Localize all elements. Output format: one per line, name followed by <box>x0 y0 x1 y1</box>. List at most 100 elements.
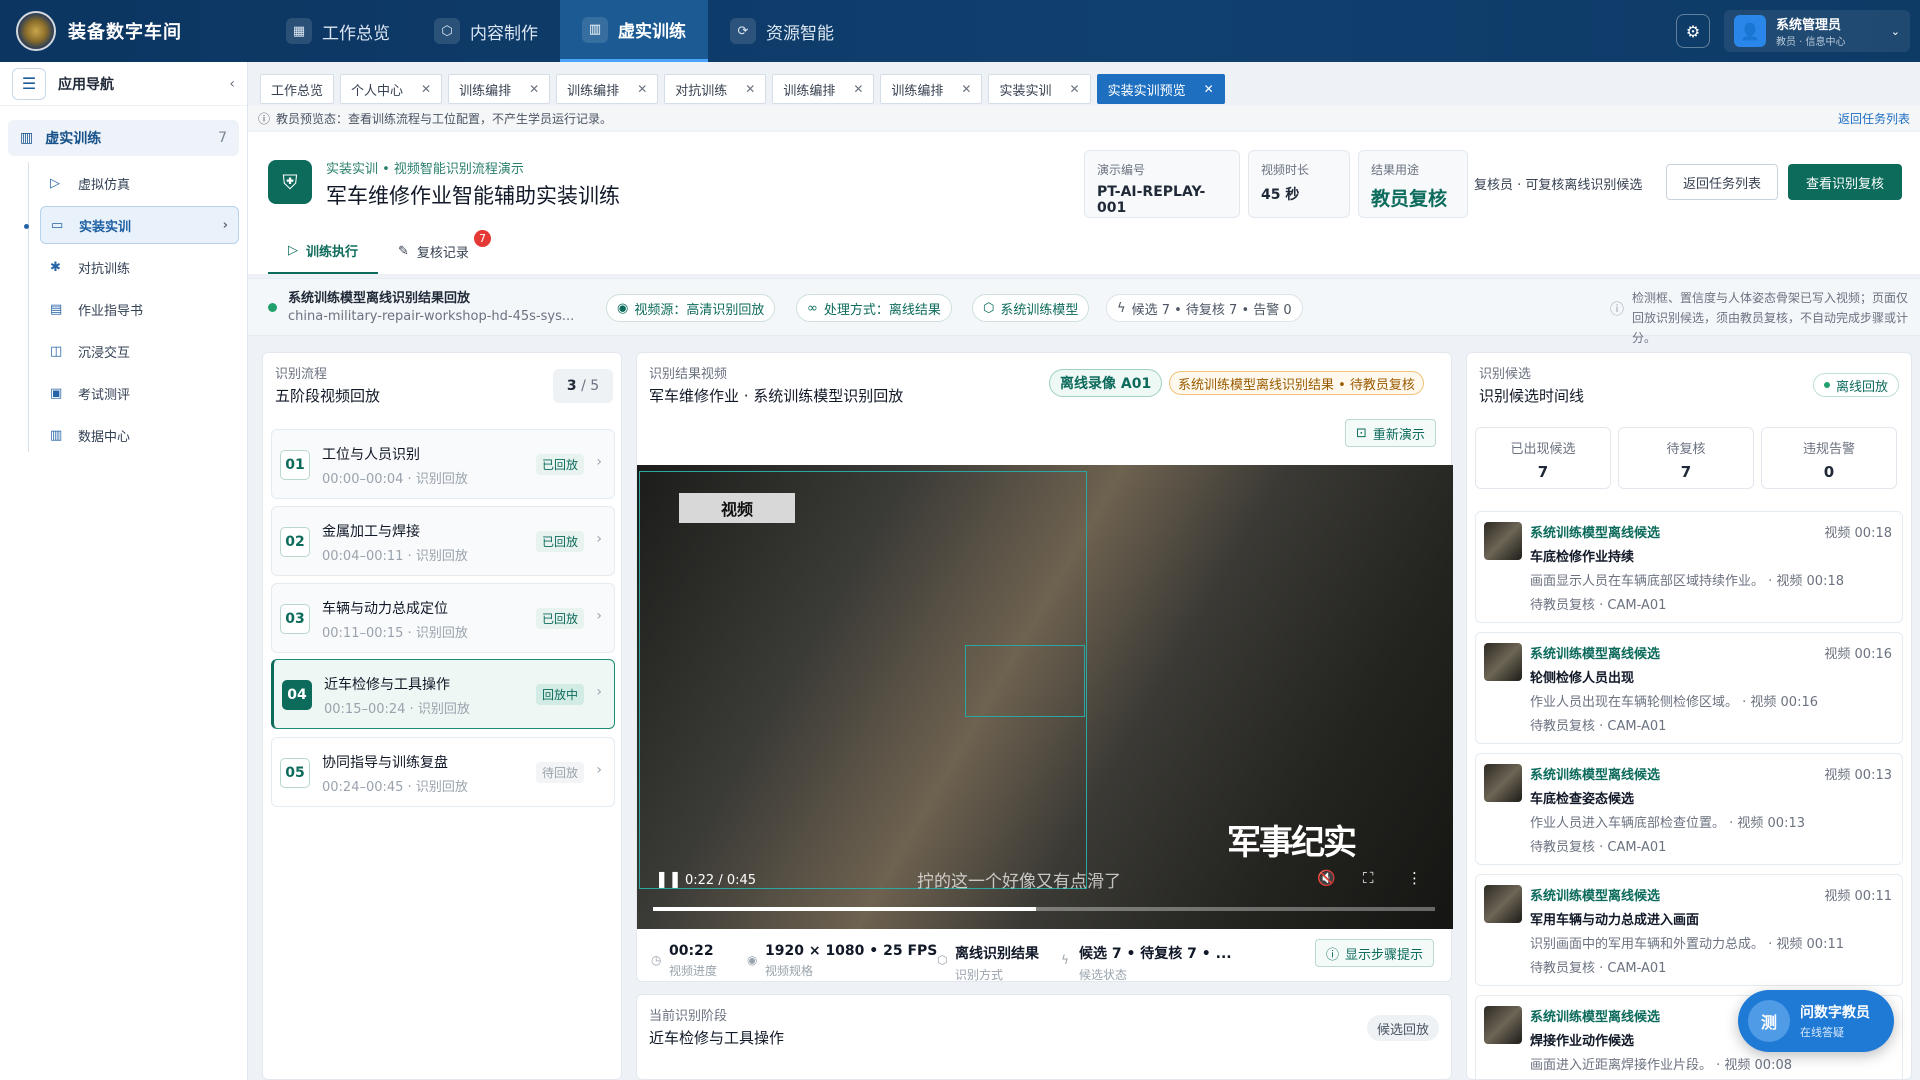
step-item-active[interactable]: 04 近车检修与工具操作 00:15–00:24 · 识别回放 回放中 › <box>271 659 615 729</box>
channel-logo: 视频 <box>679 493 795 523</box>
sidebar-item-exam[interactable]: ▣ 考试测评 <box>40 374 239 412</box>
flow-panel: 识别流程 五阶段视频回放 3 / 5 01 工位与人员识别 00:00–00:04 … <box>262 352 622 1080</box>
stat-duration: 视频时长 45 秒 <box>1248 150 1350 218</box>
replay-button[interactable]: ⊡ 重新演示 <box>1345 419 1436 447</box>
cube-icon: ⬡ <box>983 300 995 316</box>
nav-content[interactable]: ⬡ 内容制作 <box>412 0 560 62</box>
candidates-panel: 识别候选 识别候选时间线 离线回放 已出现候选 7 待复核 7 违规告警 0 系统训练… <box>1466 352 1912 1080</box>
close-icon[interactable]: ✕ <box>1204 82 1214 96</box>
close-icon[interactable]: ✕ <box>745 82 755 96</box>
candidate-item[interactable]: 系统训练模型离线候选 车底检查姿态候选 作业人员进入车辆底部检查位置。 · 视频 0… <box>1475 753 1903 865</box>
assistant-icon: 测 <box>1748 1000 1790 1042</box>
return-link[interactable]: 返回任务列表 <box>1838 110 1910 127</box>
tab-adversarial[interactable]: 对抗训练 ✕ <box>664 74 767 104</box>
user-menu[interactable]: 👤 系统管理员 教员 · 信息中心 ⌄ <box>1724 10 1910 52</box>
show-hint-button[interactable]: ⓘ 显示步骤提示 <box>1315 939 1435 967</box>
cube-icon: ⬡ <box>434 18 460 44</box>
sidebar-item-practical[interactable]: ▭ 实装实训 › <box>24 206 239 244</box>
sidebar-item-immersive[interactable]: ◫ 沉浸交互 <box>40 332 239 370</box>
view-review-button[interactable]: 查看识别复核 <box>1788 164 1902 200</box>
chevron-right-icon: › <box>596 454 602 470</box>
clipboard-icon: ▣ <box>50 385 63 401</box>
tab-bar: 工作总览 个人中心 ✕ 训练编排 ✕ 训练编排 ✕ 对抗训练 ✕ 训练编排 ✕ 训练编排 ✕… <box>260 74 1231 106</box>
offline-tag: 离线回放 <box>1812 373 1899 397</box>
close-icon[interactable]: ✕ <box>1070 82 1080 96</box>
nav-resources[interactable]: ⟳ 资源智能 <box>708 0 856 62</box>
tab-schedule[interactable]: 训练编排 ✕ <box>448 74 551 104</box>
more-icon[interactable]: ⋮ <box>1407 869 1422 887</box>
info-icon: ⓘ <box>1610 302 1624 318</box>
chip-mode: ∞ 处理方式：离线结果 <box>796 294 952 322</box>
tab-schedule[interactable]: 训练编排 ✕ <box>556 74 659 104</box>
tab-overview[interactable]: 工作总览 <box>260 74 335 104</box>
tab-schedule[interactable]: 训练编排 ✕ <box>772 74 875 104</box>
gear-icon[interactable]: ⚙ <box>1676 14 1710 48</box>
sidebar-group-training[interactable]: ▥ 虚实训练 7 <box>8 120 239 156</box>
chart-icon: ▥ <box>50 427 63 443</box>
book-icon: ▥ <box>20 130 34 146</box>
sidebar-title: 应用导航 <box>58 76 114 93</box>
nav-training[interactable]: ▥ 虚实训练 <box>560 0 708 62</box>
sidebar-item-virtual[interactable]: ▷ 虚拟仿真 <box>40 164 239 202</box>
sidebar: ☰ 应用导航 ‹ ▥ 虚实训练 7 ▷ 虚拟仿真 ▭ 实装实训 › ✱ 对抗训练 ▤ 作业指导书 … <box>0 62 248 1080</box>
menu-icon[interactable]: ☰ <box>12 67 46 100</box>
close-icon[interactable]: ✕ <box>529 82 539 96</box>
tab-schedule[interactable]: 训练编排 ✕ <box>880 74 983 104</box>
nav-overview[interactable]: ▦ 工作总览 <box>264 0 412 62</box>
video-player[interactable]: 视频 军事纪实 拧的这一个好像又有点滑了 ❚❚ 0:22 / 0:45 🔇 ⛶ … <box>637 465 1453 929</box>
cands-title: 识别候选时间线 <box>1479 387 1585 405</box>
stage-title: 近车检修与工具操作 <box>649 1029 785 1047</box>
pause-icon[interactable]: ❚❚ <box>655 869 682 888</box>
tab-execution[interactable]: ▷ 训练执行 <box>268 228 379 274</box>
sidebar-item-guide[interactable]: ▤ 作业指导书 <box>40 290 239 328</box>
fullscreen-icon[interactable]: ⛶ <box>1363 869 1374 887</box>
stat-usage: 结果用途 教员复核 <box>1358 150 1468 218</box>
status-badge: 已回放 <box>535 608 584 629</box>
mute-icon[interactable]: 🔇 <box>1317 869 1336 887</box>
close-icon[interactable]: ✕ <box>421 82 431 96</box>
info-icon: ⓘ <box>1326 947 1340 963</box>
candidate-item[interactable]: 系统训练模型离线候选 轮侧检修人员出现 作业人员出现在车辆轮侧检修区域。 · 视频 … <box>1475 632 1903 744</box>
step-item[interactable]: 01 工位与人员识别 00:00–00:04 · 识别回放 已回放 › <box>271 429 615 499</box>
return-button[interactable]: 返回任务列表 <box>1666 164 1778 200</box>
video-watermark: 军事纪实 <box>1227 823 1357 863</box>
progress-counter: 3 / 5 <box>553 369 613 403</box>
tab-practical-preview[interactable]: 实装实训预览 ✕ <box>1096 74 1225 104</box>
assistant-button[interactable]: 测 问数字教员 在线答疑 <box>1738 990 1894 1052</box>
camera-tag: 离线录像 A01 <box>1049 369 1163 397</box>
tab-practical[interactable]: 实装实训 ✕ <box>988 74 1091 104</box>
bolt-icon: ϟ <box>1117 300 1126 316</box>
candidate-item[interactable]: 系统训练模型离线候选 军用车辆与动力总成进入画面 识别画面中的军用车辆和外置动力总成… <box>1475 874 1903 986</box>
tab-personal[interactable]: 个人中心 ✕ <box>340 74 443 104</box>
page-title: 军车维修作业智能辅助实装训练 <box>326 184 620 208</box>
detection-box <box>965 645 1085 717</box>
step-item[interactable]: 03 车辆与动力总成定位 00:11–00:15 · 识别回放 已回放 › <box>271 583 615 653</box>
sidebar-item-data[interactable]: ▥ 数据中心 <box>40 416 239 454</box>
close-icon[interactable]: ✕ <box>961 82 971 96</box>
link-icon: ∞ <box>807 300 818 316</box>
chevron-right-icon: › <box>596 762 602 778</box>
stage-tag: 候选回放 <box>1366 1015 1439 1041</box>
step-item[interactable]: 02 金属加工与焊接 00:04–00:11 · 识别回放 已回放 › <box>271 506 615 576</box>
step-item[interactable]: 05 协同指导与训练复盘 00:24–00:45 · 识别回放 待回放 › <box>271 737 615 807</box>
close-icon[interactable]: ✕ <box>637 82 647 96</box>
info-progress: ◷ 00:22 视频进度 <box>651 943 718 978</box>
tab-review-records[interactable]: ✎ 复核记录 7 <box>378 228 491 274</box>
mini-stat: 已出现候选 7 <box>1475 427 1611 489</box>
task-subtitle: 实装实训 • 视频智能识别流程演示 <box>326 162 524 177</box>
emblem-logo <box>16 11 56 51</box>
tree-line <box>28 162 29 452</box>
collapse-icon[interactable]: ‹ <box>229 76 235 92</box>
status-badge: 已回放 <box>535 454 584 475</box>
strip-file: china-military-repair-workshop-hd-45s-sy… <box>288 309 575 324</box>
sidebar-item-adversarial[interactable]: ✱ 对抗训练 <box>40 248 239 286</box>
video-title: 军车维修作业 · 系统训练模型识别回放 <box>649 387 904 405</box>
close-icon[interactable]: ✕ <box>853 82 863 96</box>
candidate-item[interactable]: 系统训练模型离线候选 车底检修作业持续 画面显示人员在车辆底部区域持续作业。 · 视… <box>1475 511 1903 623</box>
status-badge: 待回放 <box>535 762 584 783</box>
info-icon: ⓘ <box>258 111 271 126</box>
user-name: 系统管理员 <box>1776 18 1842 33</box>
video-progress-bar[interactable] <box>653 907 1435 911</box>
stat-demo-id: 演示编号 PT-AI-REPLAY-001 <box>1084 150 1240 218</box>
vr-icon: ◫ <box>50 343 63 359</box>
